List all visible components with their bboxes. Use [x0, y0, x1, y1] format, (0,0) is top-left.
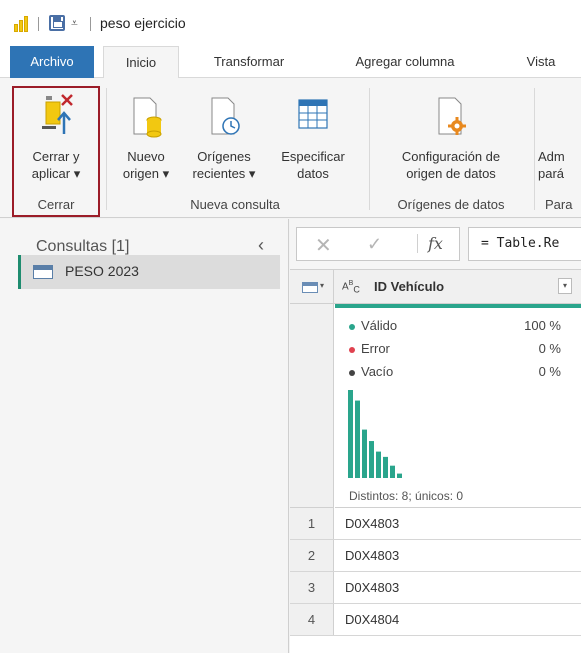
chevron-down-icon: ▾ — [320, 281, 325, 290]
collapse-chevron-icon[interactable]: ‹ — [258, 235, 264, 256]
valid-dot-icon — [349, 323, 355, 330]
empty-value: 0 % — [538, 364, 561, 379]
histogram-bar[interactable] — [362, 429, 367, 478]
table-icon — [33, 265, 53, 279]
histogram-bar[interactable] — [369, 441, 374, 478]
column-profile: Válido 100 % Error 0 % Vacío 0 % Distint… — [335, 308, 581, 508]
histogram-bar[interactable] — [348, 390, 353, 478]
source-settings-icon — [438, 97, 466, 135]
title-separator — [38, 17, 39, 31]
group-label-params: Para — [545, 197, 573, 212]
tab-archivo[interactable]: Archivo — [10, 46, 94, 78]
group-label-new-query: Nueva consulta — [190, 197, 280, 212]
cancel-icon[interactable]: ✕ — [315, 233, 332, 258]
table-row[interactable]: 4 D0X4804 — [290, 604, 581, 636]
recent-sources-button[interactable]: Orígenes recientes ▾ — [184, 90, 264, 182]
valid-label: Válido — [361, 318, 398, 333]
column-header-row: ▾ ABC ID Vehículo ▾ — [290, 270, 581, 304]
window-title: peso ejercicio — [100, 15, 186, 31]
queries-title: Consultas [1] — [36, 238, 130, 255]
data-grid: ▾ ABC ID Vehículo ▾ Válido 100 % Error 0… — [290, 269, 581, 653]
title-bar: ⩡ peso ejercicio — [0, 0, 581, 46]
empty-dot-icon — [349, 369, 355, 376]
recent-sources-icon — [211, 97, 240, 135]
table-row[interactable]: 2 D0X4803 — [290, 540, 581, 572]
tab-transformar[interactable]: Transformar — [195, 46, 303, 78]
error-dot-icon — [349, 346, 355, 353]
distribution-histogram — [348, 390, 402, 478]
text-type-icon[interactable]: ABC — [342, 280, 360, 294]
save-icon[interactable] — [49, 15, 65, 31]
table-cell[interactable]: D0X4803 — [345, 572, 399, 603]
recent-sources-label: Orígenes recientes ▾ — [192, 149, 256, 181]
row-number[interactable]: 4 — [290, 604, 334, 635]
tab-vista[interactable]: Vista — [513, 46, 569, 78]
group-label-close: Cerrar — [37, 197, 75, 212]
query-item-label: PESO 2023 — [65, 263, 139, 279]
quality-error: Error — [349, 341, 390, 356]
manage-params-label: Adm pará — [538, 149, 565, 181]
tab-agregar-columna[interactable]: Agregar columna — [335, 46, 475, 78]
table-row[interactable]: 1 D0X4803 — [290, 508, 581, 540]
row-number-header-spacer — [290, 304, 334, 508]
empty-label: Vacío — [361, 364, 394, 379]
group-label-data-sources: Orígenes de datos — [397, 197, 505, 212]
table-row[interactable]: 3 D0X4803 — [290, 572, 581, 604]
manage-parameters-button[interactable]: Adm pará — [538, 148, 581, 182]
group-separator — [106, 88, 107, 210]
formula-input[interactable]: = Table.Re — [468, 227, 581, 261]
formula-bar: ✕ ✓ fx = Table.Re — [290, 219, 581, 269]
group-separator — [369, 88, 370, 210]
row-number[interactable]: 2 — [290, 540, 334, 571]
column-name[interactable]: ID Vehículo — [374, 279, 444, 294]
error-value: 0 % — [538, 341, 561, 356]
data-source-settings-button[interactable]: Configuración de origen de datos — [372, 90, 530, 182]
column-filter-dropdown[interactable]: ▾ — [558, 278, 572, 294]
table-cell[interactable]: D0X4803 — [345, 508, 399, 539]
enter-data-label: Especificar datos — [281, 149, 345, 181]
table-cell[interactable]: D0X4804 — [345, 604, 399, 635]
data-preview-pane: ✕ ✓ fx = Table.Re ▾ ABC ID Vehículo ▾ Vá… — [290, 219, 581, 653]
table-cell[interactable]: D0X4803 — [345, 540, 399, 571]
quality-empty: Vacío — [349, 364, 393, 379]
quick-access-dropdown-icon[interactable]: ⩡ — [71, 16, 78, 31]
row-number[interactable]: 1 — [290, 508, 334, 539]
new-source-label: Nuevo origen ▾ — [122, 149, 170, 181]
distinct-count: Distintos: 8; únicos: 0 — [349, 489, 464, 503]
histogram-bar[interactable] — [390, 465, 395, 478]
ribbon: Cerrar y aplicar ▾ Cerrar Nuevo origen ▾… — [0, 78, 581, 218]
ribbon-tabs: Archivo Inicio Transformar Agregar colum… — [0, 46, 581, 79]
new-source-icon — [133, 97, 162, 138]
group-separator — [534, 88, 535, 210]
source-settings-label: Configuración de origen de datos — [401, 149, 501, 181]
power-bi-logo-icon — [14, 16, 28, 32]
quality-valid: Válido — [349, 318, 397, 333]
table-grid-icon — [298, 99, 328, 129]
row-number[interactable]: 3 — [290, 572, 334, 603]
formula-buttons: ✕ ✓ fx — [296, 227, 460, 261]
histogram-bar[interactable] — [383, 456, 388, 478]
tab-inicio[interactable]: Inicio — [103, 46, 179, 79]
fx-icon[interactable]: fx — [417, 234, 443, 253]
valid-value: 100 % — [524, 318, 561, 333]
table-icon — [302, 282, 318, 293]
table-menu-button[interactable]: ▾ — [290, 270, 334, 304]
query-item-peso-2023[interactable]: PESO 2023 — [18, 255, 280, 289]
enter-data-button[interactable]: Especificar datos — [264, 90, 362, 182]
title-separator — [90, 17, 91, 31]
new-source-button[interactable]: Nuevo origen ▾ — [108, 90, 184, 182]
confirm-icon[interactable]: ✓ — [367, 234, 382, 255]
error-label: Error — [361, 341, 390, 356]
histogram-bar[interactable] — [376, 451, 381, 478]
histogram-bar[interactable] — [355, 400, 360, 478]
histogram-bar[interactable] — [397, 473, 402, 478]
